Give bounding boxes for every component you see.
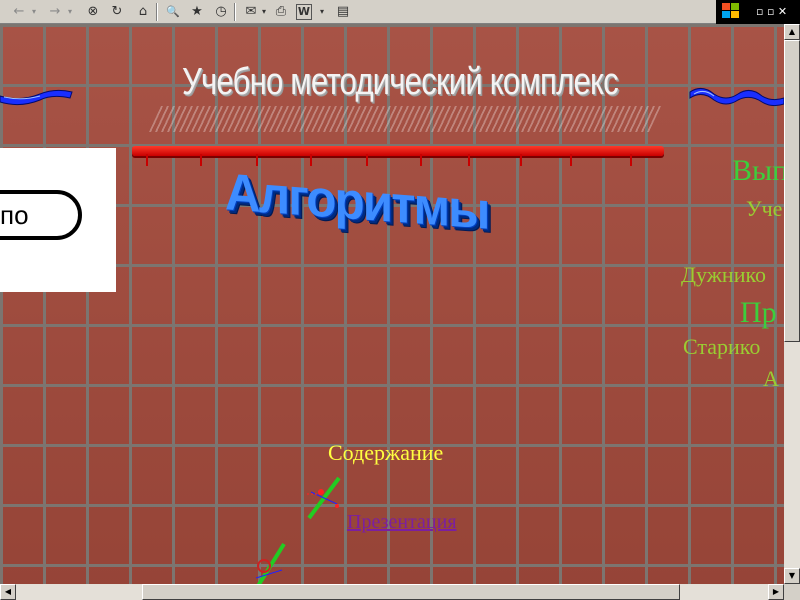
browser-toolbar: ← ▾ → ▾ ⊗ ↻ ⌂ 🔍 ★ ◷ ✉ ▾ ⎙ W ▾ ▤ ▫ ▫ ✕ [0,0,800,24]
edit-icon[interactable]: W [296,4,312,20]
right-column-text-5: А [763,366,779,391]
mail-dropdown-icon[interactable]: ▾ [260,3,268,21]
search-icon[interactable]: 🔍 [164,3,182,21]
scroll-up-button[interactable]: ▲ [784,24,800,40]
scroll-left-button[interactable]: ◀ [0,584,16,600]
right-column-text-4: Старико [683,334,761,359]
blue-ornament-right [689,88,784,107]
vertical-scrollbar[interactable]: ▲ ▼ [784,24,800,584]
toolbar-separator [234,3,236,21]
vertical-scroll-thumb[interactable] [784,40,800,342]
right-column-text-0: Вып [732,154,784,187]
page-viewport: Учебно методический комплекс по Алгоритм… [0,24,784,584]
panel-text: по [0,200,29,230]
window-controls-icon[interactable]: ▫ ▫ ✕ [756,5,787,18]
horizontal-scrollbar[interactable]: ◀ ▶ [0,584,784,600]
title-reflection [148,106,662,132]
right-column-text-2: Дужнико [681,262,767,287]
scroll-right-button[interactable]: ▶ [768,584,784,600]
right-column-text-1: Уче [746,196,783,221]
windows-logo-throbber: ▫ ▫ ✕ [716,0,800,24]
home-icon[interactable]: ⌂ [134,3,152,21]
animated-pen-icon [307,476,341,520]
banner-panel: по [0,148,116,292]
refresh-icon[interactable]: ↻ [108,3,126,21]
red-divider-bar [132,146,664,156]
contents-label: Содержание [328,440,444,465]
windows-logo-icon [722,3,742,21]
page-title: Учебно методический комплекс [182,61,619,103]
presentation-link[interactable]: Презентация [347,511,457,534]
forward-dropdown-icon[interactable]: ▾ [66,3,74,21]
blue-ornament-left [0,89,73,106]
animated-pen-icon-2 [255,542,286,584]
mail-icon[interactable]: ✉ [242,3,260,21]
edit-dropdown-icon[interactable]: ▾ [318,3,326,21]
toolbar-separator [156,3,158,21]
print-icon[interactable]: ⎙ [272,3,290,21]
stop-icon[interactable]: ⊗ [84,3,102,21]
history-icon[interactable]: ◷ [212,3,230,21]
favorites-icon[interactable]: ★ [188,3,206,21]
scroll-down-button[interactable]: ▼ [784,568,800,584]
back-icon[interactable]: ← [10,3,28,21]
discuss-icon[interactable]: ▤ [334,3,352,21]
right-column-text-3: Пр [740,296,777,329]
scrollbar-corner [784,584,800,600]
back-dropdown-icon[interactable]: ▾ [30,3,38,21]
horizontal-scroll-thumb[interactable] [142,584,680,600]
forward-icon[interactable]: → [46,3,64,21]
